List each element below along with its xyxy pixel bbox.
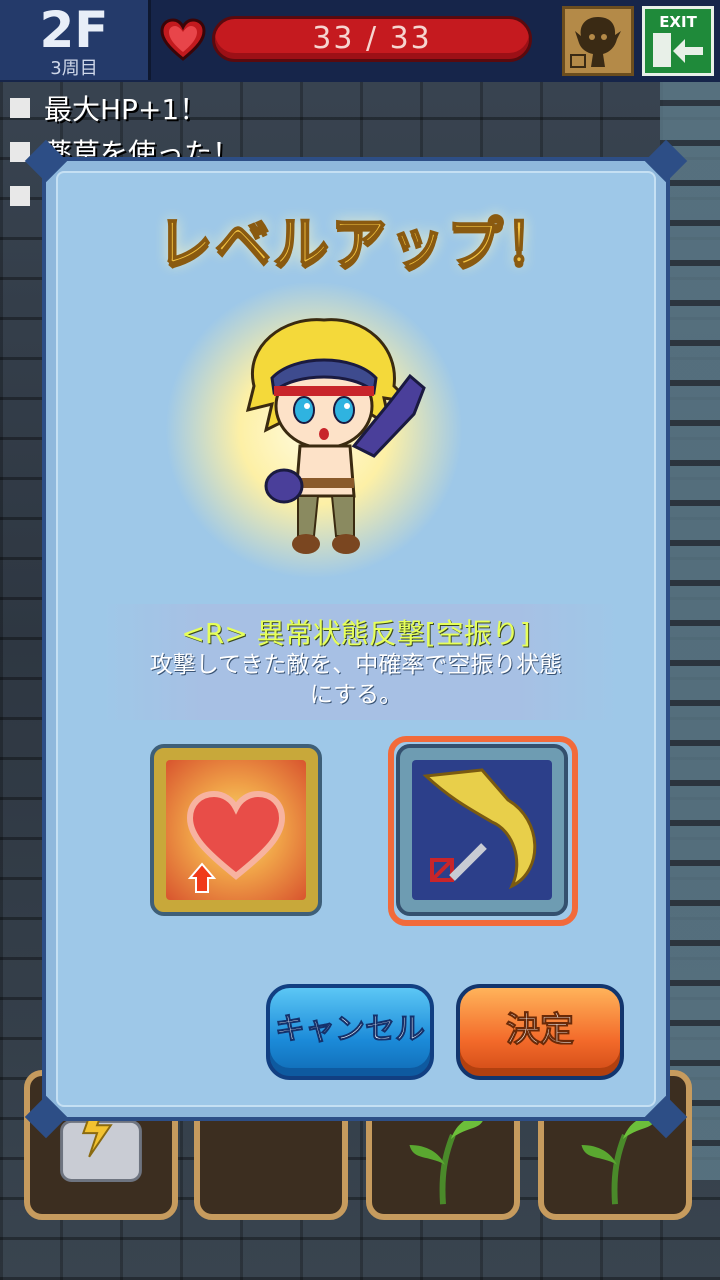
log-text: 最大HP+1！	[44, 93, 208, 126]
character-silhouette-icon	[570, 17, 621, 68]
exit-button[interactable]: EXIT	[642, 6, 714, 76]
dialog-title: レベルアップ！	[156, 211, 563, 278]
choice-skill-counter[interactable]	[396, 744, 568, 916]
top-hud: 2F 3周目 33 / 33 EXIT	[0, 0, 720, 82]
choice-icon-bg	[166, 760, 306, 900]
choice-icon-bg	[412, 760, 552, 900]
whirlwind-skill-icon	[422, 768, 537, 890]
confirm-button[interactable]: 決定	[456, 984, 624, 1080]
heart-icon	[160, 18, 206, 61]
floor-indicator: 2F 3周目	[0, 0, 151, 80]
log-bullet	[10, 186, 30, 206]
floor-label: 2F	[39, 1, 109, 59]
log-line: 最大HP+1！	[10, 86, 240, 130]
hp-bar: 33 / 33	[212, 16, 532, 62]
lap-label: 3周目	[50, 58, 98, 79]
skill-description: 攻撃してきた敵を、中確率で空振り状態にする。	[149, 652, 563, 708]
heart-up-icon	[186, 790, 286, 893]
hero-character-icon	[245, 318, 426, 554]
character-button[interactable]	[562, 6, 634, 76]
cancel-button[interactable]: キャンセル	[266, 984, 434, 1080]
skill-title: <R> 異常状態反撃[空振り]	[181, 617, 531, 650]
exit-arrow-icon	[653, 33, 703, 67]
choice-max-hp-up[interactable]	[150, 744, 322, 916]
hp-text: 33 / 33	[312, 21, 432, 56]
log-bullet	[10, 98, 30, 118]
